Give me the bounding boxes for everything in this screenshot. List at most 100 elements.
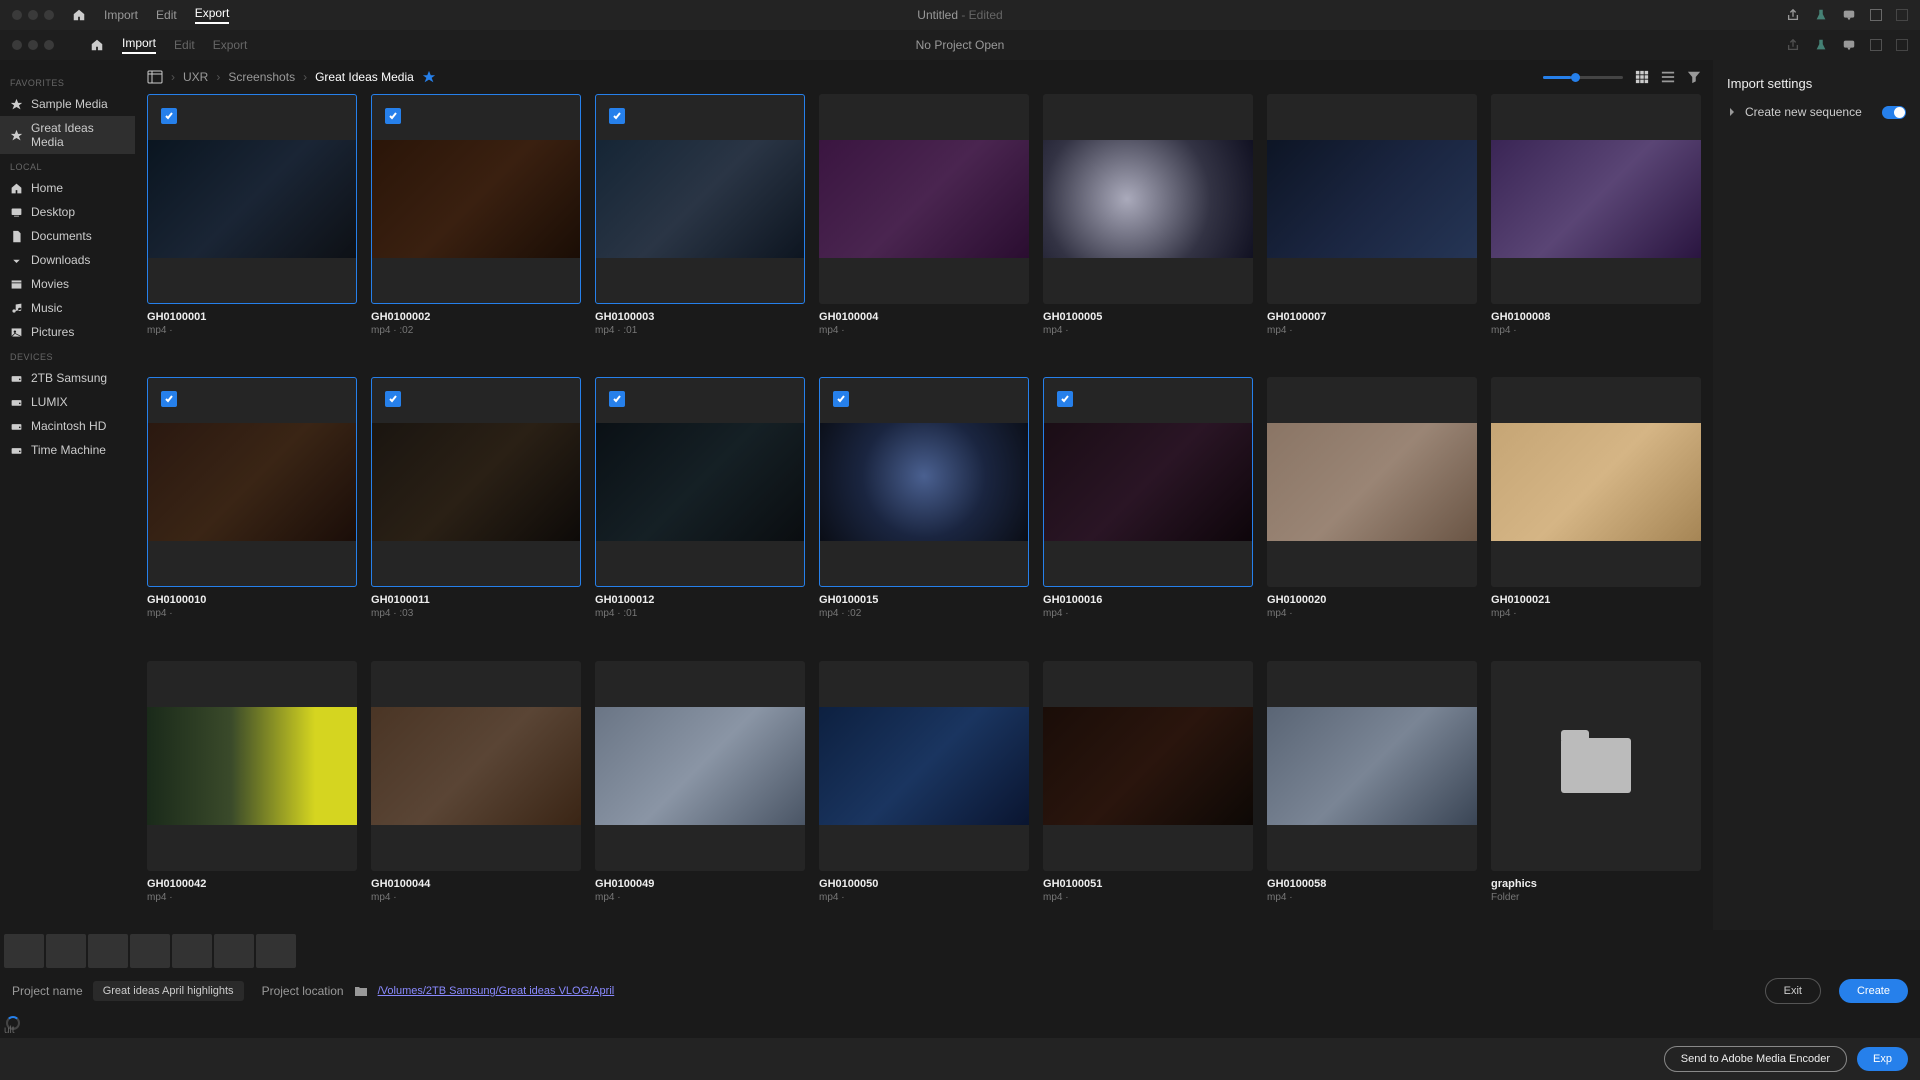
clip-thumbnail[interactable] bbox=[1043, 377, 1253, 587]
strip-thumbnail[interactable] bbox=[256, 934, 296, 968]
clip-thumbnail[interactable] bbox=[371, 377, 581, 587]
strip-thumbnail[interactable] bbox=[172, 934, 212, 968]
zoom-slider[interactable] bbox=[1543, 76, 1623, 79]
crumb[interactable]: UXR bbox=[183, 70, 208, 84]
project-location-path[interactable]: /Volumes/2TB Samsung/Great ideas VLOG/Ap… bbox=[378, 985, 615, 997]
sidebar-item[interactable]: Movies bbox=[0, 272, 135, 296]
share-icon[interactable] bbox=[1786, 8, 1800, 22]
inner-window-controls[interactable] bbox=[12, 40, 54, 50]
crumb-current[interactable]: Great Ideas Media bbox=[315, 70, 414, 84]
tab-export[interactable]: Export bbox=[213, 38, 248, 52]
clip-item[interactable]: GH0100016mp4 · bbox=[1043, 377, 1253, 646]
sidebar-item[interactable]: Time Machine bbox=[0, 438, 135, 462]
sidebar-item[interactable]: Macintosh HD bbox=[0, 414, 135, 438]
home-icon[interactable] bbox=[90, 38, 104, 52]
clip-thumbnail[interactable] bbox=[1267, 661, 1477, 871]
clip-thumbnail[interactable] bbox=[1043, 661, 1253, 871]
checkbox-checked-icon[interactable] bbox=[1057, 391, 1073, 407]
clip-item[interactable]: GH0100010mp4 · bbox=[147, 377, 357, 646]
clip-thumbnail[interactable] bbox=[1491, 377, 1701, 587]
tab-export-outer[interactable]: Export bbox=[195, 6, 230, 24]
checkbox-checked-icon[interactable] bbox=[161, 108, 177, 124]
star-filled-icon[interactable] bbox=[422, 70, 436, 84]
clip-thumbnail[interactable] bbox=[371, 94, 581, 304]
checkbox-checked-icon[interactable] bbox=[833, 391, 849, 407]
clip-item[interactable]: GH0100012mp4 · :01 bbox=[595, 377, 805, 646]
export-button[interactable]: Exp bbox=[1857, 1047, 1908, 1071]
crumb[interactable]: Screenshots bbox=[228, 70, 295, 84]
clip-item[interactable]: GH0100001mp4 · bbox=[147, 94, 357, 363]
clip-item[interactable]: GH0100007mp4 · bbox=[1267, 94, 1477, 363]
clip-thumbnail[interactable] bbox=[819, 661, 1029, 871]
grid-view-icon[interactable] bbox=[1635, 70, 1649, 84]
clip-thumbnail[interactable] bbox=[819, 377, 1029, 587]
maximize-icon[interactable] bbox=[1870, 39, 1882, 51]
strip-thumbnail[interactable] bbox=[130, 934, 170, 968]
clip-item[interactable]: GH0100050mp4 · bbox=[819, 661, 1029, 930]
create-button[interactable]: Create bbox=[1839, 979, 1908, 1003]
clip-thumbnail[interactable] bbox=[371, 661, 581, 871]
project-name-input[interactable]: Great ideas April highlights bbox=[93, 981, 244, 1001]
clip-thumbnail[interactable] bbox=[1043, 94, 1253, 304]
maximize-icon[interactable] bbox=[1870, 9, 1882, 21]
media-browser-icon[interactable] bbox=[147, 70, 163, 84]
clip-item[interactable]: GH0100004mp4 · bbox=[819, 94, 1029, 363]
tab-import[interactable]: Import bbox=[122, 36, 156, 54]
fullscreen-icon[interactable] bbox=[1896, 39, 1908, 51]
clip-thumbnail[interactable] bbox=[595, 661, 805, 871]
beaker-icon[interactable] bbox=[1814, 38, 1828, 52]
clip-thumbnail[interactable] bbox=[595, 94, 805, 304]
checkbox-checked-icon[interactable] bbox=[161, 391, 177, 407]
tab-import-outer[interactable]: Import bbox=[104, 8, 138, 22]
clip-item[interactable]: GH0100008mp4 · bbox=[1491, 94, 1701, 363]
tab-edit-outer[interactable]: Edit bbox=[156, 8, 177, 22]
strip-thumbnail[interactable] bbox=[46, 934, 86, 968]
clip-item[interactable]: GH0100015mp4 · :02 bbox=[819, 377, 1029, 646]
exit-button[interactable]: Exit bbox=[1765, 978, 1821, 1004]
create-sequence-row[interactable]: Create new sequence bbox=[1727, 105, 1906, 119]
clip-thumbnail[interactable] bbox=[147, 661, 357, 871]
clip-item[interactable]: GH0100011mp4 · :03 bbox=[371, 377, 581, 646]
clip-thumbnail[interactable] bbox=[1267, 377, 1477, 587]
window-controls[interactable] bbox=[12, 10, 54, 20]
clip-thumbnail[interactable] bbox=[819, 94, 1029, 304]
tab-edit[interactable]: Edit bbox=[174, 38, 195, 52]
list-view-icon[interactable] bbox=[1661, 70, 1675, 84]
clip-item[interactable]: GH0100005mp4 · bbox=[1043, 94, 1253, 363]
clip-thumbnail[interactable] bbox=[147, 94, 357, 304]
chat-icon[interactable] bbox=[1842, 38, 1856, 52]
checkbox-checked-icon[interactable] bbox=[609, 391, 625, 407]
beaker-icon[interactable] bbox=[1814, 8, 1828, 22]
create-sequence-toggle[interactable] bbox=[1882, 106, 1906, 119]
clip-item[interactable]: GH0100049mp4 · bbox=[595, 661, 805, 930]
clip-item[interactable]: GH0100042mp4 · bbox=[147, 661, 357, 930]
filter-icon[interactable] bbox=[1687, 70, 1701, 84]
clip-thumbnail[interactable] bbox=[147, 377, 357, 587]
chat-icon[interactable] bbox=[1842, 8, 1856, 22]
sidebar-item[interactable]: Desktop bbox=[0, 200, 135, 224]
clip-thumbnail[interactable] bbox=[1491, 94, 1701, 304]
sidebar-item[interactable]: Documents bbox=[0, 224, 135, 248]
strip-thumbnail[interactable] bbox=[88, 934, 128, 968]
clip-item[interactable]: graphicsFolder bbox=[1491, 661, 1701, 930]
clip-thumbnail[interactable] bbox=[595, 377, 805, 587]
sidebar-item[interactable]: Great Ideas Media bbox=[0, 116, 135, 154]
clip-item[interactable]: GH0100044mp4 · bbox=[371, 661, 581, 930]
checkbox-checked-icon[interactable] bbox=[385, 108, 401, 124]
sidebar-item[interactable]: Sample Media bbox=[0, 92, 135, 116]
clip-item[interactable]: GH0100051mp4 · bbox=[1043, 661, 1253, 930]
checkbox-checked-icon[interactable] bbox=[385, 391, 401, 407]
sidebar-item[interactable]: Music bbox=[0, 296, 135, 320]
sidebar-item[interactable]: 2TB Samsung bbox=[0, 366, 135, 390]
checkbox-checked-icon[interactable] bbox=[609, 108, 625, 124]
clip-item[interactable]: GH0100021mp4 · bbox=[1491, 377, 1701, 646]
home-icon[interactable] bbox=[72, 8, 86, 22]
sidebar-item[interactable]: Downloads bbox=[0, 248, 135, 272]
strip-thumbnail[interactable] bbox=[214, 934, 254, 968]
clip-thumbnail[interactable] bbox=[1267, 94, 1477, 304]
sidebar-item[interactable]: LUMIX bbox=[0, 390, 135, 414]
clip-item[interactable]: GH0100058mp4 · bbox=[1267, 661, 1477, 930]
clip-item[interactable]: GH0100003mp4 · :01 bbox=[595, 94, 805, 363]
clip-thumbnail[interactable] bbox=[1491, 661, 1701, 871]
send-encoder-button[interactable]: Send to Adobe Media Encoder bbox=[1664, 1046, 1847, 1072]
